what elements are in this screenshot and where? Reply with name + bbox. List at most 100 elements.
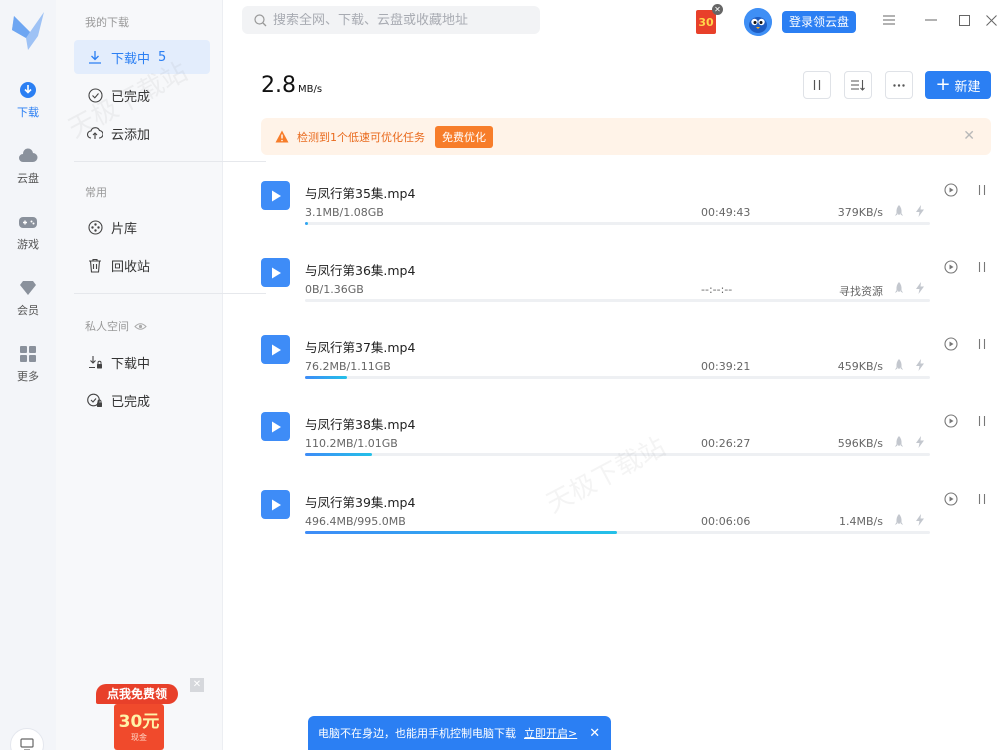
play-icon[interactable] [944, 183, 958, 197]
bird-avatar-icon [744, 8, 772, 36]
divider [74, 293, 266, 294]
play-icon[interactable] [944, 414, 958, 428]
device-icon [20, 738, 34, 750]
sidebar-item-cloud-add[interactable]: 云添加 [74, 116, 210, 150]
menu-button[interactable] [881, 12, 897, 28]
task-row[interactable]: 与凤行第37集.mp4 76.2MB/1.11GB 00:39:21 459KB… [261, 332, 991, 394]
login-button[interactable]: 登录领云盘 [782, 11, 856, 33]
cloud-icon [18, 146, 38, 166]
task-row[interactable]: 与凤行第36集.mp4 0B/1.36GB --:--:-- 寻找资源 [261, 255, 991, 317]
minimize-icon [925, 19, 937, 21]
rail-item-download[interactable]: 下载 [0, 80, 56, 130]
rail-item-game[interactable]: 游戏 [0, 212, 56, 262]
slow-task-alert: 检测到1个低速可优化任务 免费优化 ✕ [261, 118, 991, 155]
maximize-button[interactable] [956, 12, 972, 28]
free-optimize-button[interactable]: 免费优化 [435, 125, 493, 148]
play-icon[interactable] [944, 260, 958, 274]
new-task-button[interactable]: + 新建 [925, 71, 991, 99]
video-file-icon [261, 335, 290, 364]
speed-value: 2.8 [261, 73, 296, 98]
task-row[interactable]: 与凤行第39集.mp4 496.4MB/995.0MB 00:06:06 1.4… [261, 487, 991, 549]
film-reel-icon [86, 218, 104, 236]
rail-label: 云盘 [17, 172, 39, 185]
avatar[interactable] [744, 8, 772, 36]
close-window-button[interactable] [984, 12, 998, 28]
notice-message: 电脑不在身边，也能用手机控制电脑下载 [318, 727, 516, 740]
pause-icon[interactable] [975, 337, 989, 351]
sidebar-item-downloading[interactable]: 下载中 5 [74, 40, 210, 74]
section-my-downloads: 我的下载 [85, 16, 129, 29]
section-common: 常用 [85, 186, 107, 199]
notice-close-icon[interactable]: ✕ [589, 726, 600, 741]
trash-icon [86, 256, 104, 274]
menu-icon [883, 15, 895, 25]
sort-icon [851, 80, 865, 91]
sidebar-item-label: 片库 [111, 221, 138, 237]
progress-fill [305, 376, 347, 379]
diamond-icon [18, 278, 38, 298]
video-file-icon [261, 258, 290, 287]
rail-item-more[interactable]: 更多 [0, 344, 56, 394]
search-bar[interactable] [242, 6, 540, 34]
task-name: 与凤行第39集.mp4 [305, 495, 416, 510]
device-button[interactable] [10, 728, 44, 750]
task-remaining-time: 00:49:43 [701, 206, 751, 219]
pause-all-button[interactable] [803, 71, 831, 99]
rail-label: 会员 [17, 304, 39, 317]
enable-now-link[interactable]: 立即开启> [524, 725, 577, 741]
rail-label: 游戏 [17, 238, 39, 251]
eye-icon[interactable] [134, 322, 147, 331]
rocket-icon[interactable] [892, 358, 906, 372]
download-count-badge: 5 [158, 49, 167, 65]
lightning-icon[interactable] [913, 204, 927, 218]
promo-sub: 现金 [131, 733, 147, 742]
rocket-icon[interactable] [892, 435, 906, 449]
pause-icon[interactable] [975, 260, 989, 274]
sidebar-item-private-completed[interactable]: 已完成 [74, 383, 210, 417]
task-remaining-time: 00:06:06 [701, 515, 751, 528]
sidebar-item-label: 下载中 [111, 356, 151, 372]
rocket-icon[interactable] [892, 281, 906, 295]
sidebar-item-private-downloading[interactable]: 下载中 [74, 345, 210, 379]
sidebar-item-recycle[interactable]: 回收站 [74, 248, 210, 282]
sidebar-item-completed[interactable]: 已完成 [74, 78, 210, 112]
search-icon [254, 13, 267, 26]
more-button[interactable] [885, 71, 913, 99]
lightning-icon[interactable] [913, 513, 927, 527]
sidebar-item-library[interactable]: 片库 [74, 210, 210, 244]
rail-item-vip[interactable]: 会员 [0, 278, 56, 328]
badge-close-button[interactable]: ✕ [712, 4, 723, 15]
pause-icon[interactable] [975, 183, 989, 197]
play-icon[interactable] [944, 337, 958, 351]
lightning-icon[interactable] [913, 358, 927, 372]
rail-label: 更多 [17, 370, 39, 383]
warning-icon [275, 130, 289, 143]
rail-item-cloud[interactable]: 云盘 [0, 146, 56, 196]
close-icon [985, 14, 997, 26]
progress-fill [305, 531, 617, 534]
task-size: 76.2MB/1.11GB [305, 360, 391, 373]
task-remaining-time: 00:26:27 [701, 437, 751, 450]
promo-amount: 30元 [118, 712, 160, 732]
check-circle-icon [86, 86, 104, 104]
sidebar-item-label: 下载中 [111, 51, 151, 67]
task-row[interactable]: 与凤行第38集.mp4 110.2MB/1.01GB 00:26:27 596K… [261, 409, 991, 471]
task-row[interactable]: 与凤行第35集.mp4 3.1MB/1.08GB 00:49:43 379KB/… [261, 178, 991, 240]
promo-banner[interactable]: 点我免费领 30元 现金 [96, 684, 178, 750]
secondary-sidebar: 我的下载 下载中 5 已完成 云添加 常用 片库 回收站 私人空间 下载中 已完… [56, 0, 266, 750]
promo-close-button[interactable]: ✕ [190, 678, 204, 692]
section-private-space: 私人空间 [85, 318, 147, 334]
sort-button[interactable] [844, 71, 872, 99]
task-speed: 379KB/s [837, 206, 883, 219]
play-icon[interactable] [944, 492, 958, 506]
search-input[interactable] [273, 12, 533, 28]
minimize-button[interactable] [923, 12, 939, 28]
rocket-icon[interactable] [892, 513, 906, 527]
lightning-icon[interactable] [913, 281, 927, 295]
pause-icon[interactable] [975, 492, 989, 506]
rocket-icon[interactable] [892, 204, 906, 218]
task-speed: 459KB/s [837, 360, 883, 373]
pause-icon[interactable] [975, 414, 989, 428]
alert-close-icon[interactable]: ✕ [963, 128, 975, 144]
lightning-icon[interactable] [913, 435, 927, 449]
